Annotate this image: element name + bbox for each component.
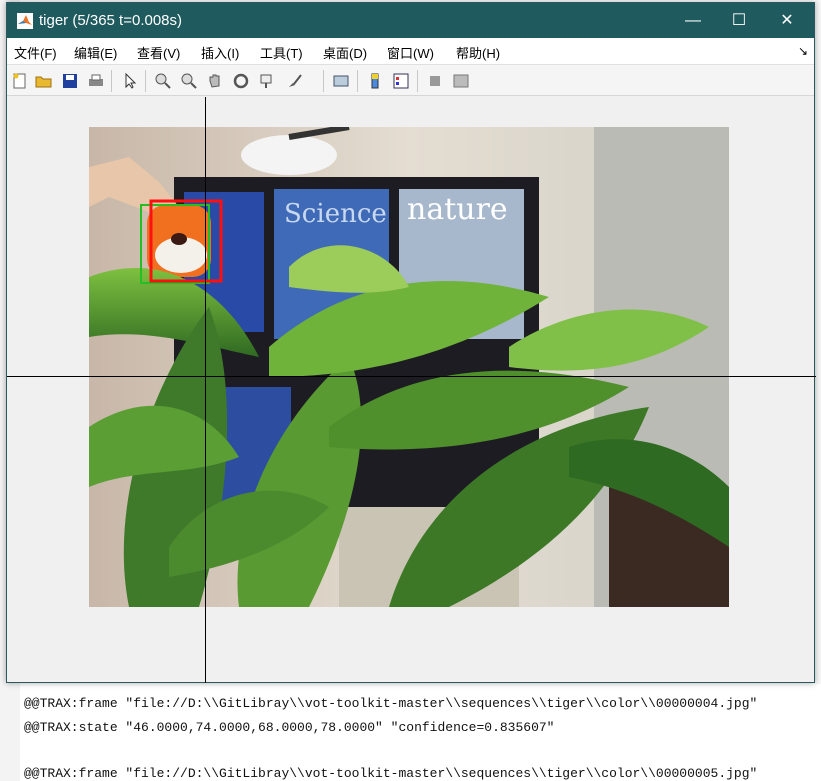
- close-button[interactable]: ✕: [764, 3, 810, 38]
- svg-text:Science: Science: [284, 199, 387, 229]
- menu-edit[interactable]: 编辑(E): [74, 43, 117, 62]
- pan-icon[interactable]: [205, 71, 225, 91]
- dock-arrow-icon[interactable]: ↘: [798, 44, 808, 58]
- menu-view[interactable]: 查看(V): [137, 43, 180, 62]
- zoom-out-icon[interactable]: [179, 71, 199, 91]
- new-figure-icon[interactable]: [10, 71, 30, 91]
- show-plot-tools-icon[interactable]: [451, 71, 471, 91]
- open-icon[interactable]: [34, 71, 54, 91]
- title-bar[interactable]: tiger (5/365 t=0.008s) — ☐ ✕: [7, 3, 814, 38]
- matlab-logo-icon: [17, 13, 33, 29]
- console-line: @@TRAX:frame "file://D:\\GitLibray\\vot-…: [24, 766, 758, 781]
- colorbar-icon[interactable]: [365, 71, 385, 91]
- maximize-button[interactable]: ☐: [716, 3, 762, 38]
- tracking-frame-image: Science nature: [89, 127, 729, 607]
- background-editor-edge: [815, 0, 821, 684]
- menu-desktop[interactable]: 桌面(D): [323, 43, 367, 62]
- svg-text:nature: nature: [407, 192, 508, 227]
- window-title: tiger (5/365 t=0.008s): [39, 12, 183, 29]
- figure-toolbar: [7, 65, 814, 96]
- minimize-button[interactable]: —: [670, 3, 716, 38]
- menu-help[interactable]: 帮助(H): [456, 43, 500, 62]
- crosshair-vertical: [205, 97, 206, 683]
- menu-file[interactable]: 文件(F): [14, 43, 57, 62]
- data-cursor-icon[interactable]: [257, 71, 277, 91]
- menu-insert[interactable]: 插入(I): [201, 43, 239, 62]
- brush-icon[interactable]: [285, 71, 305, 91]
- command-window-gutter: [0, 684, 20, 781]
- console-line: @@TRAX:state "46.0000,74.0000,68.0000,78…: [24, 720, 555, 735]
- menu-bar: 文件(F) 编辑(E) 查看(V) 插入(I) 工具(T) 桌面(D) 窗口(W…: [7, 38, 814, 65]
- menu-tools[interactable]: 工具(T): [260, 43, 303, 62]
- hide-plot-tools-icon[interactable]: [425, 71, 445, 91]
- menu-window[interactable]: 窗口(W): [387, 43, 434, 62]
- save-icon[interactable]: [60, 71, 80, 91]
- figure-window: tiger (5/365 t=0.008s) — ☐ ✕ 文件(F) 编辑(E)…: [6, 2, 816, 683]
- link-plot-icon[interactable]: [331, 71, 351, 91]
- rotate-icon[interactable]: [231, 71, 251, 91]
- legend-icon[interactable]: [391, 71, 411, 91]
- print-icon[interactable]: [86, 71, 106, 91]
- console-line: @@TRAX:frame "file://D:\\GitLibray\\vot-…: [24, 696, 758, 711]
- crosshair-horizontal: [7, 376, 816, 377]
- pointer-icon[interactable]: [120, 71, 140, 91]
- command-window: @@TRAX:frame "file://D:\\GitLibray\\vot-…: [0, 684, 821, 781]
- zoom-in-icon[interactable]: [153, 71, 173, 91]
